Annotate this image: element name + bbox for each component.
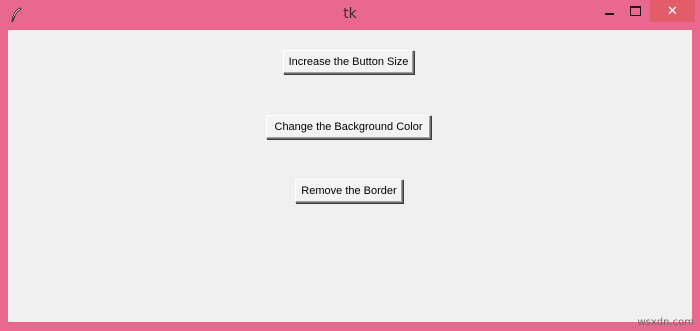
- close-button[interactable]: ✕: [650, 0, 695, 22]
- change-background-color-button[interactable]: Change the Background Color: [266, 115, 431, 139]
- remove-border-button[interactable]: Remove the Border: [295, 179, 403, 203]
- window-client-area: Increase the Button Size Change the Back…: [8, 30, 692, 322]
- minimize-button[interactable]: [596, 0, 622, 22]
- app-window: tk ✕ Increase the Button Size Change the…: [0, 0, 700, 331]
- increase-button-size-button[interactable]: Increase the Button Size: [283, 50, 414, 74]
- maximize-icon: [629, 6, 641, 16]
- window-title: tk: [343, 6, 357, 22]
- maximize-button[interactable]: [622, 0, 648, 22]
- close-icon: ✕: [667, 3, 678, 19]
- minimize-icon: [604, 12, 614, 15]
- watermark: wsxdn.com: [637, 317, 694, 328]
- title-bar[interactable]: tk ✕: [0, 0, 700, 30]
